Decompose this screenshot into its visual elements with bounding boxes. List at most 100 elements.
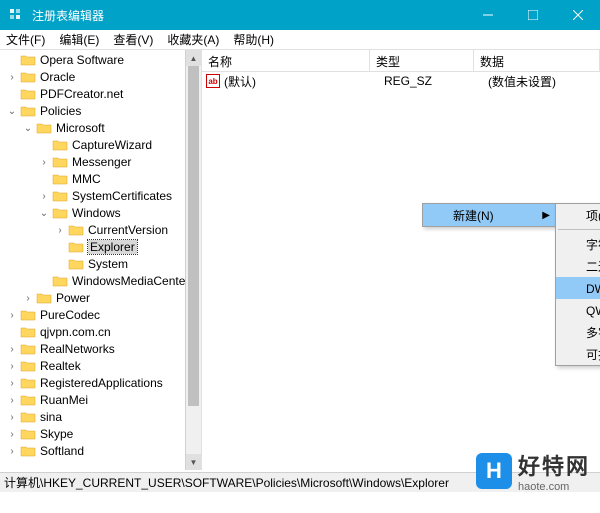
context-item[interactable]: 二进制值(B) — [556, 255, 600, 277]
watermark-url: haote.com — [518, 481, 590, 493]
header-type[interactable]: 类型 — [370, 50, 474, 71]
tree-node[interactable]: ›Messenger — [2, 154, 201, 170]
minimize-button[interactable] — [465, 0, 510, 30]
expander-icon[interactable]: › — [6, 412, 18, 423]
tree-node[interactable]: ⌄Policies — [2, 103, 201, 119]
folder-icon — [36, 291, 52, 305]
tree-node[interactable]: ›CurrentVersion — [2, 222, 201, 238]
context-item-new[interactable]: 新建(N) ▶ — [423, 204, 556, 226]
app-icon — [8, 7, 24, 23]
tree-node[interactable]: ›Oracle — [2, 69, 201, 85]
tree-node[interactable]: › PureCodec — [2, 307, 201, 323]
folder-icon — [20, 359, 36, 373]
window-title: 注册表编辑器 — [32, 7, 465, 24]
folder-icon — [52, 172, 68, 186]
expander-icon[interactable]: › — [38, 191, 50, 202]
menubar: 文件(F) 编辑(E) 查看(V) 收藏夹(A) 帮助(H) — [0, 30, 600, 50]
expander-icon[interactable]: › — [6, 395, 18, 406]
tree-node[interactable]: MMC — [2, 171, 201, 187]
scroll-thumb[interactable] — [188, 66, 199, 406]
expander-icon[interactable]: › — [6, 310, 18, 321]
menu-file[interactable]: 文件(F) — [6, 31, 45, 48]
tree-scrollbar[interactable]: ▲ ▼ — [185, 50, 201, 470]
tree-node[interactable]: System — [2, 256, 201, 272]
list-view: 名称 类型 数据 ab (默认) REG_SZ (数值未设置) 新建(N) ▶ … — [202, 50, 600, 470]
expander-icon[interactable]: ⌄ — [22, 123, 34, 134]
context-item-label: 二进制值(B) — [586, 258, 600, 275]
folder-icon — [20, 308, 36, 322]
tree-node-label: RegisteredApplications — [40, 376, 163, 390]
tree-view: Opera Software ›Oracle PDFCreator.net ⌄Poli… — [0, 50, 202, 470]
tree-node-label: PDFCreator.net — [40, 87, 123, 101]
expander-icon[interactable]: ⌄ — [38, 208, 50, 219]
tree-node[interactable]: ⌄Microsoft — [2, 120, 201, 136]
folder-icon — [20, 427, 36, 441]
menu-edit[interactable]: 编辑(E) — [59, 31, 99, 48]
folder-icon — [20, 376, 36, 390]
expander-icon[interactable]: › — [6, 344, 18, 355]
expander-icon[interactable]: › — [6, 378, 18, 389]
row-name: (默认) — [224, 73, 384, 90]
folder-icon — [20, 342, 36, 356]
tree-node[interactable]: ›sina — [2, 409, 201, 425]
tree-node[interactable]: ›Softland — [2, 443, 201, 459]
list-row[interactable]: ab (默认) REG_SZ (数值未设置) — [202, 72, 600, 90]
tree-node[interactable]: ›Skype — [2, 426, 201, 442]
tree-node[interactable]: WindowsMediaCenter — [2, 273, 201, 289]
menu-view[interactable]: 查看(V) — [113, 31, 153, 48]
header-name[interactable]: 名称 — [202, 50, 370, 71]
tree-node-label: Windows — [72, 206, 121, 220]
tree-node[interactable]: CaptureWizard — [2, 137, 201, 153]
folder-icon — [52, 274, 68, 288]
tree-node[interactable]: PDFCreator.net — [2, 86, 201, 102]
context-item[interactable]: 可扩充字符串值(E) — [556, 343, 600, 365]
context-item[interactable]: 字符串值(S) — [556, 233, 600, 255]
folder-icon — [20, 325, 36, 339]
tree-node[interactable]: ⌄ Windows — [2, 205, 201, 221]
context-item[interactable]: 多字符串值(M) — [556, 321, 600, 343]
folder-icon — [52, 138, 68, 152]
tree-node-label: RealNetworks — [40, 342, 115, 356]
scroll-down-icon[interactable]: ▼ — [186, 454, 201, 470]
context-item-label: QWORD (64 位)值(Q) — [586, 302, 600, 319]
context-item-label: 可扩充字符串值(E) — [586, 346, 600, 363]
expander-icon[interactable]: ⌄ — [6, 106, 18, 117]
scroll-up-icon[interactable]: ▲ — [186, 50, 201, 66]
expander-icon[interactable]: › — [22, 293, 34, 304]
expander-icon[interactable]: › — [6, 429, 18, 440]
expander-icon[interactable]: › — [38, 157, 50, 168]
folder-icon — [20, 53, 36, 67]
tree-node[interactable]: › RegisteredApplications — [2, 375, 201, 391]
context-item[interactable]: DWORD (32 位)值(D) — [556, 277, 600, 299]
expander-icon[interactable]: › — [6, 72, 18, 83]
tree-node-label: Power — [56, 291, 90, 305]
close-button[interactable] — [555, 0, 600, 30]
folder-icon — [20, 70, 36, 84]
menu-separator — [558, 229, 600, 230]
tree-node[interactable]: Explorer — [2, 239, 201, 255]
tree-node[interactable]: qjvpn.com.cn — [2, 324, 201, 340]
context-item[interactable]: 项(K) — [556, 204, 600, 226]
expander-icon[interactable]: › — [6, 446, 18, 457]
tree-node[interactable]: Opera Software — [2, 52, 201, 68]
status-path: 计算机\HKEY_CURRENT_USER\SOFTWARE\Policies\… — [4, 474, 449, 491]
expander-icon[interactable]: › — [54, 225, 66, 236]
tree-node-label: Opera Software — [40, 53, 124, 67]
context-item[interactable]: QWORD (64 位)值(Q) — [556, 299, 600, 321]
folder-icon — [20, 410, 36, 424]
tree-node[interactable]: › Power — [2, 290, 201, 306]
tree-node[interactable]: › RealNetworks — [2, 341, 201, 357]
tree-node[interactable]: ›Realtek — [2, 358, 201, 374]
menu-favorites[interactable]: 收藏夹(A) — [167, 31, 219, 48]
expander-icon[interactable]: › — [6, 361, 18, 372]
tree-node-label: WindowsMediaCenter — [72, 274, 189, 288]
tree-node[interactable]: ›SystemCertificates — [2, 188, 201, 204]
tree-node[interactable]: ›RuanMei — [2, 392, 201, 408]
menu-help[interactable]: 帮助(H) — [233, 31, 274, 48]
folder-icon — [20, 393, 36, 407]
maximize-button[interactable] — [510, 0, 555, 30]
folder-icon — [20, 104, 36, 118]
tree-node-label: PureCodec — [40, 308, 100, 322]
header-data[interactable]: 数据 — [474, 50, 600, 71]
context-item-label: DWORD (32 位)值(D) — [586, 280, 600, 297]
